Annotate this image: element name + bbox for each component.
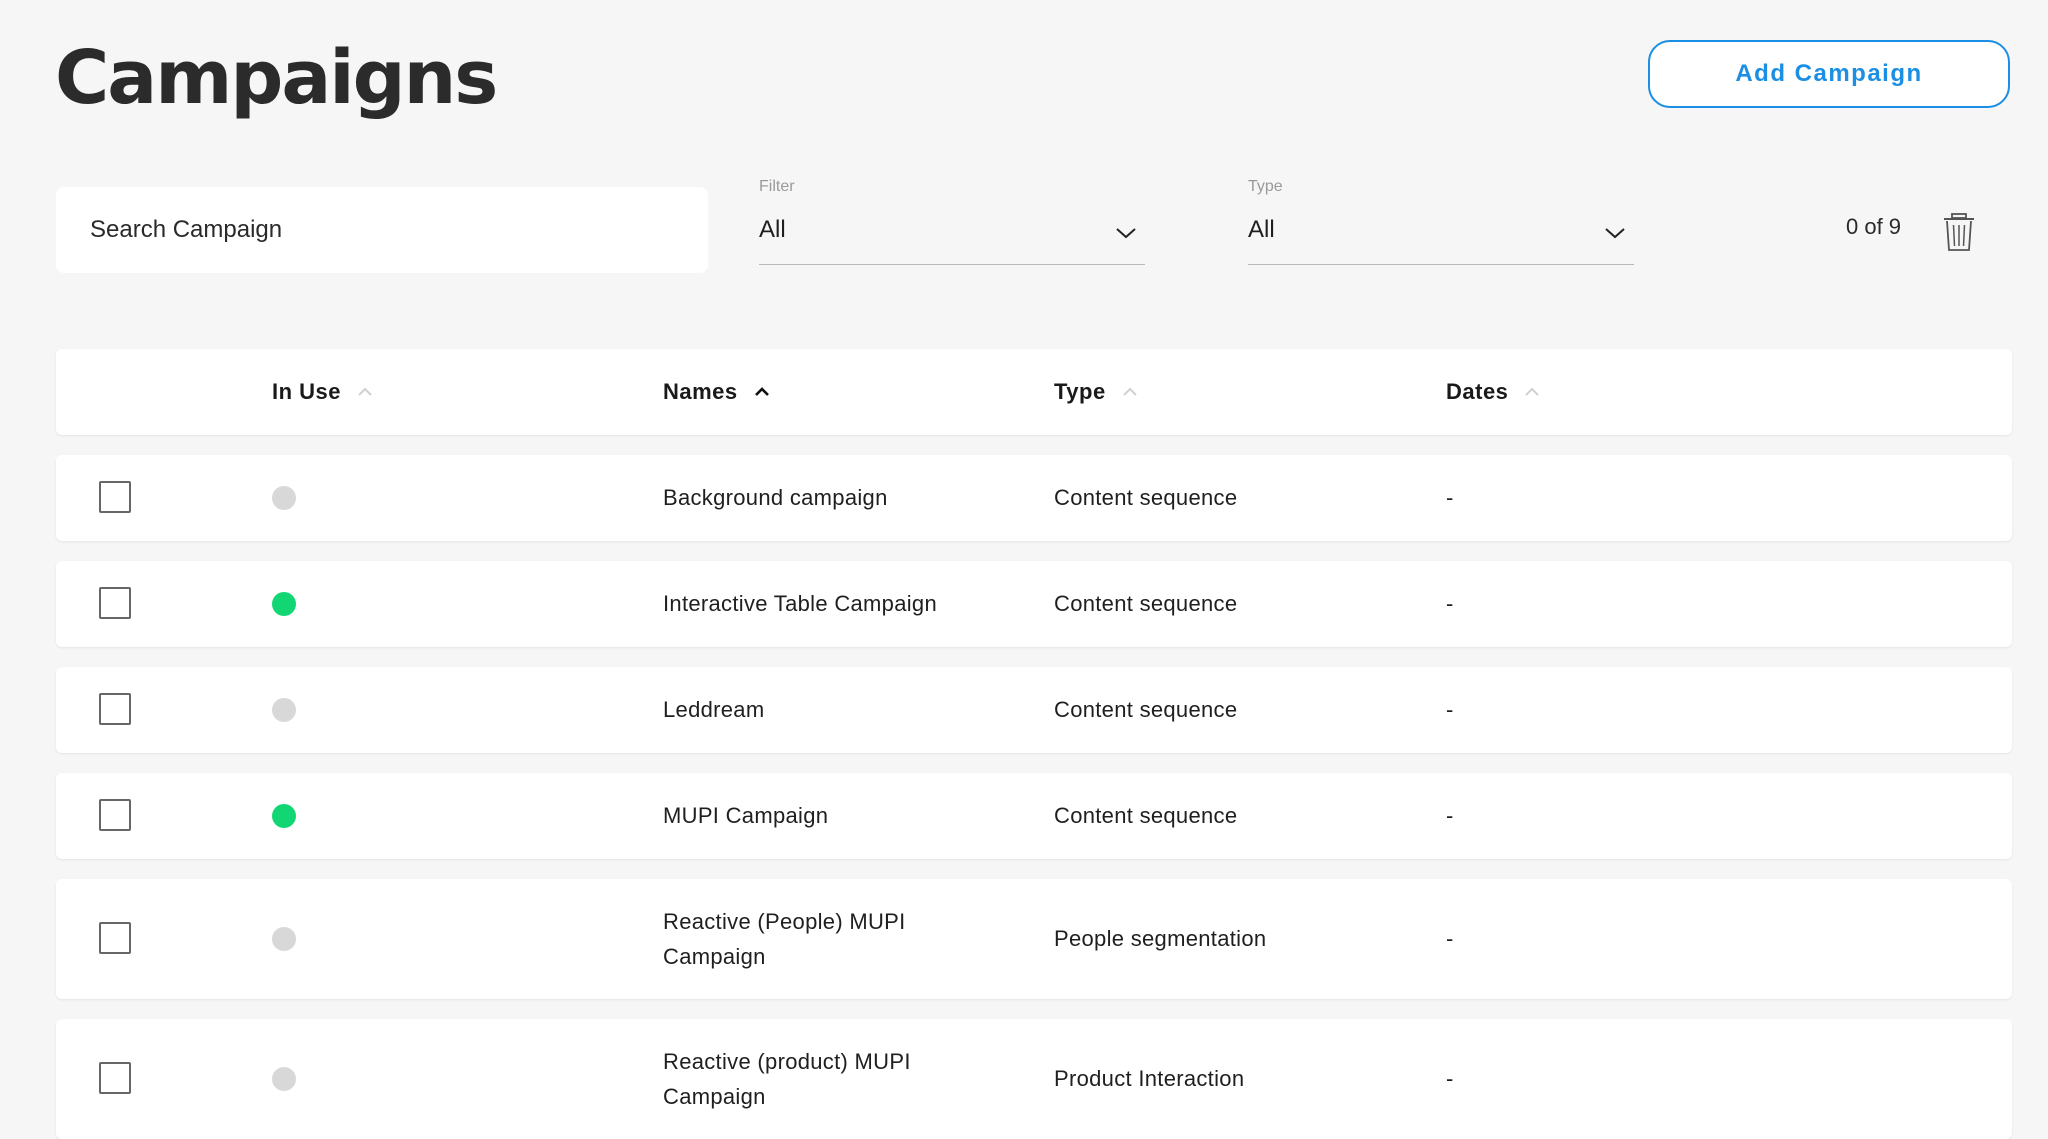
filter-dropdown[interactable]: Filter All (759, 178, 1145, 265)
campaign-type: Content sequence (1054, 803, 1238, 828)
campaign-name-line1: Reactive (People) MUPI (663, 909, 906, 934)
selection-count: 0 of 9 (1846, 214, 1902, 239)
in-use-indicator (272, 698, 296, 722)
table-header: In Use Names Type Dates (56, 349, 2012, 435)
table-row[interactable]: Reactive (People) MUPI Campaign People s… (56, 879, 2012, 999)
campaign-dates: - (1446, 1066, 1454, 1091)
row-checkbox[interactable] (99, 693, 131, 725)
table-row[interactable]: Leddream Content sequence - (56, 667, 2012, 753)
campaign-name: Leddream (663, 697, 765, 722)
in-use-indicator (272, 1067, 296, 1091)
page-title: Campaigns (55, 35, 498, 121)
add-campaign-button[interactable]: Add Campaign (1648, 40, 2010, 108)
filter-label: Filter (759, 178, 795, 195)
row-checkbox[interactable] (99, 922, 131, 954)
column-label: In Use (272, 379, 342, 404)
trash-icon[interactable] (1942, 212, 1976, 252)
sort-up-icon (1525, 387, 1540, 396)
type-value: All (1248, 216, 1275, 243)
campaign-dates: - (1446, 485, 1454, 510)
campaign-type: Content sequence (1054, 485, 1238, 510)
in-use-indicator (272, 486, 296, 510)
campaign-dates: - (1446, 803, 1454, 828)
campaign-type: People segmentation (1054, 926, 1267, 951)
campaign-name: Background campaign (663, 485, 888, 510)
campaign-dates: - (1446, 697, 1454, 722)
sort-up-icon (358, 387, 372, 396)
in-use-indicator (272, 804, 296, 828)
table-row[interactable]: MUPI Campaign Content sequence - (56, 773, 2012, 859)
row-checkbox[interactable] (99, 799, 131, 831)
row-checkbox[interactable] (99, 481, 131, 513)
column-label: Type (1054, 379, 1106, 404)
column-label: Dates (1446, 379, 1509, 404)
in-use-indicator (272, 592, 296, 616)
column-label: Names (663, 379, 738, 404)
sort-up-icon (754, 387, 769, 396)
table-row[interactable]: Interactive Table Campaign Content seque… (56, 561, 2012, 647)
in-use-indicator (272, 927, 296, 951)
table-row[interactable]: Background campaign Content sequence - (56, 455, 2012, 541)
campaign-dates: - (1446, 591, 1454, 616)
type-dropdown[interactable]: Type All (1248, 178, 1634, 265)
column-dates[interactable]: Dates (1446, 349, 1540, 435)
column-type[interactable]: Type (1054, 349, 1138, 435)
chevron-down-icon (1116, 228, 1136, 239)
column-in-use[interactable]: In Use (272, 349, 373, 435)
campaign-type: Product Interaction (1054, 1066, 1245, 1091)
campaign-name-line1: Reactive (product) MUPI (663, 1049, 911, 1074)
campaign-type: Content sequence (1054, 697, 1238, 722)
campaign-name-line2: Campaign (663, 1084, 766, 1109)
filter-value: All (759, 216, 786, 243)
chevron-down-icon (1605, 228, 1625, 239)
type-label: Type (1248, 178, 1283, 195)
table-row[interactable]: Reactive (product) MUPI Campaign Product… (56, 1019, 2012, 1139)
row-checkbox[interactable] (99, 587, 131, 619)
row-checkbox[interactable] (99, 1062, 131, 1094)
campaign-dates: - (1446, 926, 1454, 951)
campaign-name: MUPI Campaign (663, 803, 829, 828)
campaign-type: Content sequence (1054, 591, 1238, 616)
search-input[interactable] (56, 187, 708, 273)
column-names[interactable]: Names (663, 349, 770, 435)
campaign-name: Interactive Table Campaign (663, 591, 937, 616)
sort-up-icon (1123, 387, 1137, 396)
campaign-name-line2: Campaign (663, 944, 766, 969)
